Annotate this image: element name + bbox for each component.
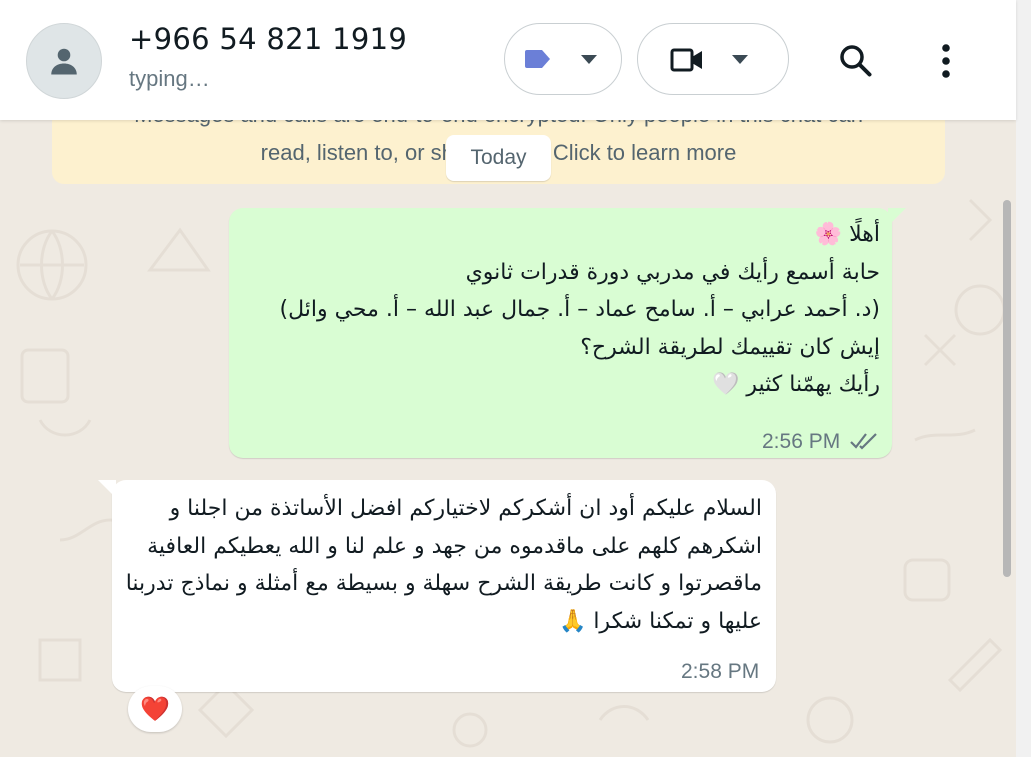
- video-call-button[interactable]: [637, 23, 789, 95]
- search-button[interactable]: [831, 38, 881, 84]
- bubble-tail: [98, 480, 116, 498]
- video-camera-icon: [670, 48, 702, 72]
- message-text: أهلًا 🌸 حابة أسمع رأيك في مدربي دورة قدر…: [279, 222, 880, 397]
- double-check-icon: [850, 433, 877, 450]
- date-separator: Today: [446, 135, 551, 181]
- label-icon: [525, 50, 550, 68]
- chat-header: +966 54 821 1919 typing…: [0, 0, 1016, 120]
- scrollbar-track[interactable]: [1016, 0, 1031, 757]
- contact-avatar[interactable]: [26, 23, 102, 99]
- avatar-icon: [51, 48, 77, 75]
- more-options-icon: [942, 44, 950, 78]
- chevron-down-icon: [732, 55, 748, 64]
- incoming-message[interactable]: السلام عليكم أود ان أشكركم لاختياركم افض…: [98, 480, 776, 692]
- message-time: 2:56 PM: [762, 430, 841, 453]
- message-reaction[interactable]: ❤️: [128, 686, 182, 732]
- more-options-button[interactable]: [926, 38, 966, 84]
- label-button[interactable]: [504, 23, 622, 95]
- contact-status: typing…: [129, 66, 210, 91]
- message-text: السلام عليكم أود ان أشكركم لاختياركم افض…: [118, 496, 762, 634]
- heart-emoji: ❤️: [140, 695, 170, 723]
- outgoing-message[interactable]: أهلًا 🌸 حابة أسمع رأيك في مدربي دورة قدر…: [229, 208, 906, 458]
- chat-area: Messages and calls are end-to-end encryp…: [0, 120, 1016, 757]
- encryption-notice-line1: Messages and calls are end-to-end encryp…: [52, 120, 945, 134]
- bubble-tail: [888, 208, 906, 226]
- message-time: 2:58 PM: [681, 660, 760, 683]
- scrollbar-thumb[interactable]: [1003, 200, 1011, 577]
- search-icon: [840, 45, 872, 77]
- contact-name[interactable]: +966 54 821 1919: [129, 22, 407, 56]
- chevron-down-icon: [581, 55, 597, 64]
